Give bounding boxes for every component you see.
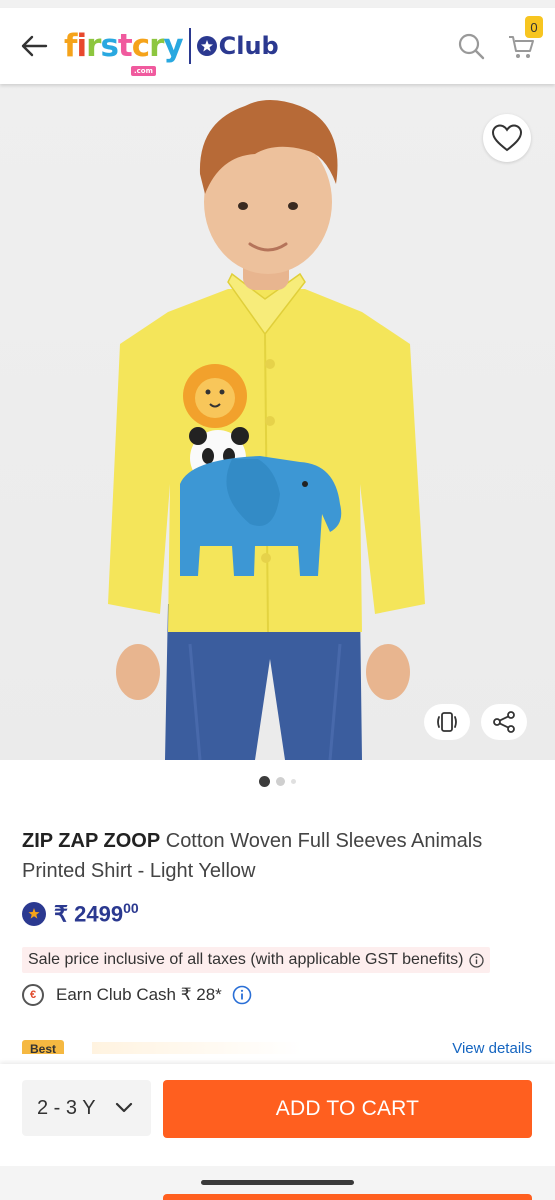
add-to-cart-button[interactable]: ADD TO CART — [163, 1080, 532, 1138]
carousel-dot-2[interactable] — [276, 777, 285, 786]
search-button[interactable] — [449, 24, 493, 68]
home-indicator[interactable] — [201, 1180, 354, 1185]
selected-size: 2 - 3 Y — [37, 1096, 96, 1119]
cart-count-badge: 0 — [525, 16, 543, 38]
price-row: ₹ 249900 — [22, 900, 139, 927]
logo-com-tag: .com — [131, 66, 156, 76]
currency-symbol: ₹ — [54, 901, 68, 927]
club-price: ₹ 249900 — [54, 900, 139, 927]
product-title: ZIP ZAP ZOOP Cotton Woven Full Sleeves A… — [22, 826, 532, 886]
price-value: 2499 — [74, 901, 124, 927]
info-icon[interactable] — [469, 952, 485, 968]
club-cash-info-icon[interactable] — [232, 985, 252, 1005]
product-image[interactable] — [0, 84, 555, 760]
club-star-icon — [196, 36, 217, 56]
club-cash-icon: € — [22, 984, 44, 1006]
back-button[interactable] — [14, 26, 54, 66]
club-cash-earn: € Earn Club Cash ₹ 28* — [22, 984, 252, 1006]
heart-icon — [492, 124, 522, 152]
bottom-action-bar: 2 - 3 Y ADD TO CART — [0, 1064, 555, 1166]
earn-club-cash-text: Earn Club Cash ₹ 28* — [56, 985, 222, 1004]
club-logo: Club — [196, 32, 279, 60]
product-brand[interactable]: ZIP ZAP ZOOP — [22, 830, 160, 852]
carousel-dot-1[interactable] — [259, 776, 270, 787]
underlying-button-peek — [163, 1194, 532, 1200]
wishlist-button[interactable] — [483, 114, 531, 162]
firstcry-logo-text: firstcry .com — [64, 28, 184, 76]
club-price-icon — [22, 901, 46, 926]
top-header: firstcry .com Club 0 — [0, 8, 555, 84]
rotate-view-button[interactable] — [424, 704, 470, 740]
offer-strip-fade — [92, 1042, 302, 1054]
carousel-dot-3[interactable] — [291, 779, 296, 784]
brand-logo[interactable]: firstcry .com Club — [64, 21, 279, 76]
cart-button[interactable]: 0 — [499, 16, 543, 68]
chevron-down-icon — [115, 1102, 133, 1113]
tax-note-text: Sale price inclusive of all taxes (with … — [28, 951, 464, 968]
view-details-link[interactable]: View details — [452, 1040, 532, 1054]
offer-strip-peek: Best View details — [22, 1040, 532, 1054]
search-icon — [458, 33, 485, 60]
arrow-left-icon — [21, 35, 48, 57]
tax-note: Sale price inclusive of all taxes (with … — [22, 947, 491, 973]
share-icon — [493, 711, 515, 733]
share-button[interactable] — [481, 704, 527, 740]
club-label: Club — [218, 32, 279, 60]
status-strip — [0, 0, 555, 8]
size-selector[interactable]: 2 - 3 Y — [22, 1080, 151, 1136]
best-offer-tag: Best — [22, 1040, 65, 1054]
product-photo-illustration — [108, 100, 425, 760]
image-carousel-dots — [0, 776, 555, 787]
rotate-view-icon — [437, 712, 457, 732]
logo-divider — [188, 28, 191, 64]
price-decimal: 00 — [123, 900, 139, 916]
